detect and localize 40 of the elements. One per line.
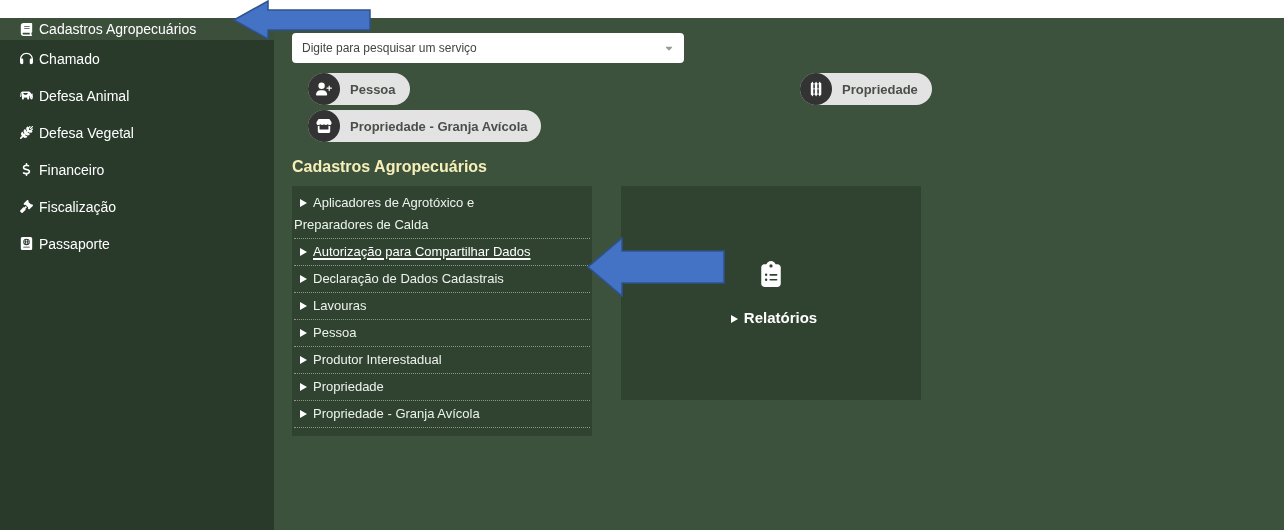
sidebar-item[interactable]: Chamado [0, 40, 274, 77]
menu-link[interactable]: Pessoa [294, 320, 590, 347]
fence-icon [800, 73, 832, 105]
menu-link[interactable]: Propriedade [294, 374, 590, 401]
gavel-icon [20, 200, 33, 213]
wheat-icon [20, 126, 33, 139]
menu-link[interactable]: Autorização para Compartilhar Dados [294, 239, 590, 266]
menu-link[interactable]: Produtor Interestadual [294, 347, 590, 374]
sidebar-item[interactable]: Fiscalização [0, 188, 274, 225]
sidebar-item[interactable]: Passaporte [0, 225, 274, 262]
shortcut-chip[interactable]: Pessoa [308, 73, 410, 105]
person-icon [308, 73, 340, 105]
clipboard-icon [758, 260, 784, 287]
caret-icon [300, 383, 307, 391]
caret-icon [730, 314, 738, 323]
caret-icon [300, 275, 307, 283]
sidebar-item[interactable]: Defesa Vegetal [0, 114, 274, 151]
menu-link[interactable]: Propriedade - Granja Avícola [294, 401, 590, 428]
shortcut-chip[interactable]: Propriedade [800, 73, 932, 105]
reports-card[interactable]: Relatórios [621, 186, 921, 400]
sidebar-item[interactable]: Defesa Animal [0, 77, 274, 114]
menu-link[interactable]: Declaração de Dados Cadastrais [294, 266, 590, 293]
caret-icon [300, 248, 307, 256]
caret-icon [300, 302, 307, 310]
shortcut-chip[interactable]: Propriedade - Granja Avícola [308, 110, 542, 142]
caret-icon [300, 199, 307, 207]
headphones-icon [20, 52, 33, 65]
menu-link[interactable]: Aplicadores de Agrotóxico e Preparadores de Calda [294, 190, 590, 239]
passport-icon [20, 237, 33, 250]
caret-icon [300, 410, 307, 418]
store-icon [308, 110, 340, 142]
section-title: Cadastros Agropecuários [292, 158, 488, 176]
caret-icon [300, 356, 307, 364]
sidebar-item[interactable]: Financeiro [0, 151, 274, 188]
dollar-icon [20, 163, 33, 176]
menu-link[interactable]: Lavouras [294, 293, 590, 320]
caret-icon [300, 329, 307, 337]
sidebar-item[interactable]: Cadastros Agropecuários [0, 18, 274, 40]
book-icon [20, 22, 33, 36]
search-field[interactable]: Digite para pesquisar um serviço [292, 33, 684, 63]
